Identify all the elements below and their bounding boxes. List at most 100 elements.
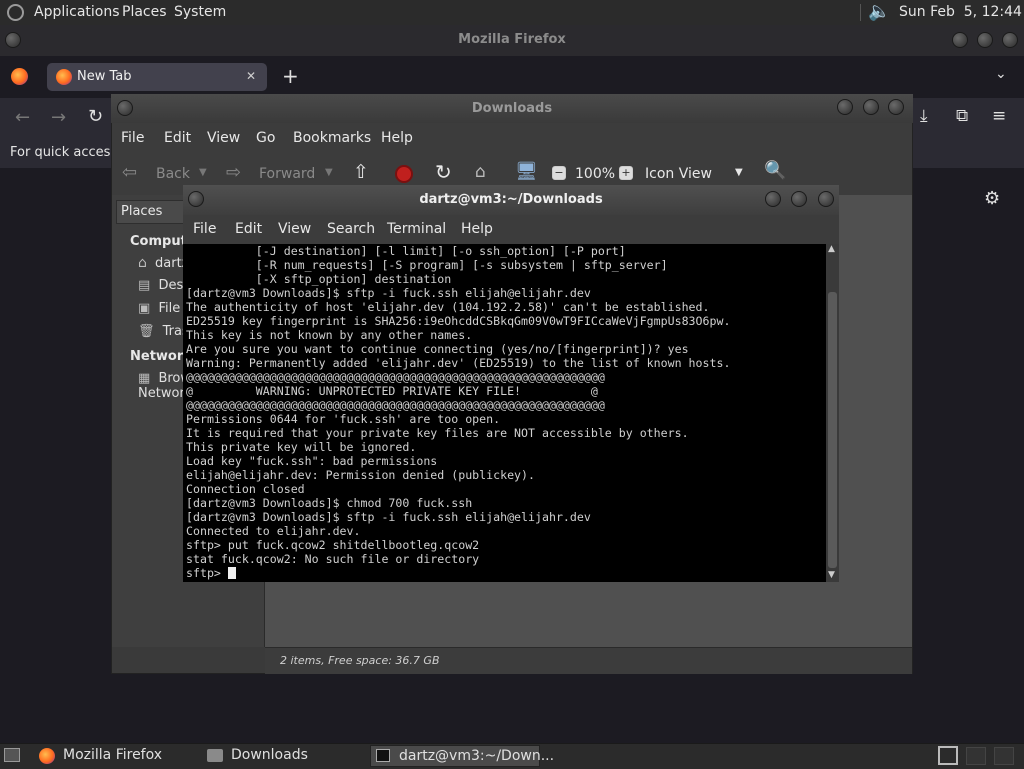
stop-icon[interactable] bbox=[395, 165, 413, 183]
menu-file[interactable]: File bbox=[121, 130, 144, 146]
view-mode-select[interactable]: Icon View bbox=[645, 166, 712, 182]
search-icon[interactable]: 🔍 bbox=[764, 160, 786, 181]
menu-file[interactable]: File bbox=[193, 221, 216, 237]
close-button[interactable] bbox=[818, 191, 834, 207]
terminal-line: [dartz@vm3 Downloads]$ chmod 700 fuck.ss… bbox=[186, 496, 473, 510]
sidebar-header-label: Places bbox=[121, 204, 163, 219]
workspace-2[interactable] bbox=[966, 747, 986, 765]
back-arrow-icon[interactable]: ⇦ bbox=[122, 162, 137, 183]
applications-menu[interactable]: Applications bbox=[34, 4, 120, 20]
terminal-line: Connection closed bbox=[186, 482, 305, 496]
volume-icon[interactable]: 🔈 bbox=[868, 1, 890, 22]
home-icon[interactable]: ⌂ bbox=[475, 162, 486, 182]
menu-edit[interactable]: Edit bbox=[235, 221, 262, 237]
menu-help[interactable]: Help bbox=[461, 221, 493, 237]
menu-edit[interactable]: Edit bbox=[164, 130, 191, 146]
terminal-text: [-J destination] [-l limit] [-o ssh_opti… bbox=[183, 244, 826, 580]
app-menu-icon[interactable]: ≡ bbox=[992, 106, 1006, 126]
terminal-line: stat fuck.qcow2: No such file or directo… bbox=[186, 552, 480, 566]
terminal-scrollbar[interactable]: ▲ ▼ bbox=[826, 244, 839, 582]
close-tab-icon[interactable]: ✕ bbox=[246, 69, 256, 83]
back-icon[interactable]: ← bbox=[15, 107, 30, 128]
firefox-titlebar[interactable]: Mozilla Firefox bbox=[0, 25, 1024, 56]
downloads-titlebar[interactable]: Downloads bbox=[111, 94, 913, 123]
firefox-view-icon[interactable] bbox=[11, 68, 28, 85]
terminal-titlebar[interactable]: dartz@vm3:~/Downloads bbox=[183, 185, 839, 215]
extensions-icon[interactable]: ⧉ bbox=[956, 106, 968, 126]
terminal-menubar: File Edit View Search Terminal Help bbox=[183, 215, 839, 244]
terminal-line: [dartz@vm3 Downloads]$ sftp -i fuck.ssh … bbox=[186, 286, 591, 300]
terminal-scrollback: [-J destination] [-l limit] [-o ssh_opti… bbox=[186, 244, 730, 566]
terminal-line: sftp> put fuck.qcow2 shitdellbootleg.qco… bbox=[186, 538, 480, 552]
back-button[interactable]: Back bbox=[156, 166, 190, 182]
tab-new-tab[interactable]: New Tab ✕ bbox=[47, 63, 267, 91]
list-all-tabs-icon[interactable]: ⌄ bbox=[995, 66, 1007, 82]
maximize-button[interactable] bbox=[863, 99, 879, 115]
show-desktop-icon[interactable] bbox=[4, 748, 20, 762]
terminal-line: Connected to elijahr.dev. bbox=[186, 524, 361, 538]
downloads-statusbar: 2 items, Free space: 36.7 GB bbox=[265, 647, 912, 674]
panel-separator bbox=[860, 4, 861, 21]
terminal-line: [dartz@vm3 Downloads]$ sftp -i fuck.ssh … bbox=[186, 510, 591, 524]
system-menu[interactable]: System bbox=[174, 4, 226, 20]
settings-gear-icon[interactable]: ⚙ bbox=[984, 188, 1000, 209]
sidebar-item-home[interactable]: ⌂ dartz bbox=[138, 255, 189, 271]
forward-arrow-icon[interactable]: ⇨ bbox=[226, 162, 241, 183]
view-mode-dropdown-icon[interactable]: ▼ bbox=[735, 167, 743, 178]
maximize-button[interactable] bbox=[977, 32, 993, 48]
terminal-line: It is required that your private key fil… bbox=[186, 426, 689, 440]
taskbar-item-downloads[interactable]: Downloads bbox=[204, 745, 364, 767]
terminal-line: Permissions 0644 for 'fuck.ssh' are too … bbox=[186, 412, 501, 426]
close-button[interactable] bbox=[1002, 32, 1018, 48]
minimize-button[interactable] bbox=[765, 191, 781, 207]
forward-icon[interactable]: → bbox=[51, 107, 66, 128]
terminal-line: @@@@@@@@@@@@@@@@@@@@@@@@@@@@@@@@@@@@@@@@… bbox=[186, 370, 605, 384]
scroll-up-icon[interactable]: ▲ bbox=[828, 244, 835, 254]
new-tab-button[interactable]: + bbox=[282, 64, 299, 88]
terminal-line: [-J destination] [-l limit] [-o ssh_opti… bbox=[255, 244, 626, 258]
terminal-icon bbox=[376, 749, 390, 762]
terminal-line: @ WARNING: UNPROTECTED PRIVATE KEY FILE!… bbox=[186, 384, 598, 398]
minimize-button[interactable] bbox=[952, 32, 968, 48]
terminal-line: Warning: Permanently added 'elijahr.dev'… bbox=[186, 356, 731, 370]
menu-view[interactable]: View bbox=[278, 221, 311, 237]
taskbar-item-firefox[interactable]: Mozilla Firefox bbox=[36, 745, 196, 767]
taskbar-item-terminal[interactable]: dartz@vm3:~/Down... bbox=[370, 745, 554, 767]
distro-logo-icon[interactable] bbox=[7, 4, 24, 21]
menu-terminal[interactable]: Terminal bbox=[387, 221, 446, 237]
back-history-icon[interactable]: ▼ bbox=[199, 167, 207, 178]
zoom-in-icon[interactable]: + bbox=[619, 166, 633, 180]
terminal-line: Are you sure you want to continue connec… bbox=[186, 342, 689, 356]
menu-view[interactable]: View bbox=[207, 130, 240, 146]
downloads-menubar: File Edit View Go Bookmarks Help bbox=[112, 123, 912, 153]
status-text: 2 items, Free space: 36.7 GB bbox=[280, 654, 440, 667]
scrollbar-thumb[interactable] bbox=[828, 292, 837, 568]
bookmarks-hint: For quick access, bbox=[10, 145, 122, 160]
menu-bookmarks[interactable]: Bookmarks bbox=[293, 130, 371, 146]
network-icon: ▦ bbox=[138, 371, 151, 386]
reload-icon[interactable]: ↻ bbox=[435, 160, 452, 184]
clock[interactable]: Sun Feb 5, 12:44 AM bbox=[899, 4, 1024, 20]
taskbar-item-label: dartz@vm3:~/Down... bbox=[399, 748, 555, 764]
menu-help[interactable]: Help bbox=[381, 130, 413, 146]
maximize-button[interactable] bbox=[791, 191, 807, 207]
folder-icon bbox=[207, 749, 223, 762]
reload-icon[interactable]: ↻ bbox=[88, 106, 103, 127]
terminal-output[interactable]: [-J destination] [-l limit] [-o ssh_opti… bbox=[183, 244, 826, 582]
up-icon[interactable]: ⇧ bbox=[353, 161, 369, 183]
close-button[interactable] bbox=[888, 99, 904, 115]
computer-icon[interactable]: 🖥 bbox=[515, 161, 538, 182]
zoom-out-icon[interactable]: − bbox=[552, 166, 566, 180]
trash-icon: 🗑 bbox=[138, 324, 155, 339]
forward-history-icon[interactable]: ▼ bbox=[325, 167, 333, 178]
places-menu[interactable]: Places bbox=[122, 4, 167, 20]
forward-button[interactable]: Forward bbox=[259, 166, 315, 182]
downloads-icon[interactable]: ⤓ bbox=[920, 106, 928, 126]
scroll-down-icon[interactable]: ▼ bbox=[828, 570, 835, 580]
workspace-3[interactable] bbox=[994, 747, 1014, 765]
tab-label: New Tab bbox=[77, 69, 132, 84]
menu-search[interactable]: Search bbox=[327, 221, 375, 237]
minimize-button[interactable] bbox=[837, 99, 853, 115]
menu-go[interactable]: Go bbox=[256, 130, 275, 146]
workspace-switcher[interactable] bbox=[938, 746, 958, 765]
